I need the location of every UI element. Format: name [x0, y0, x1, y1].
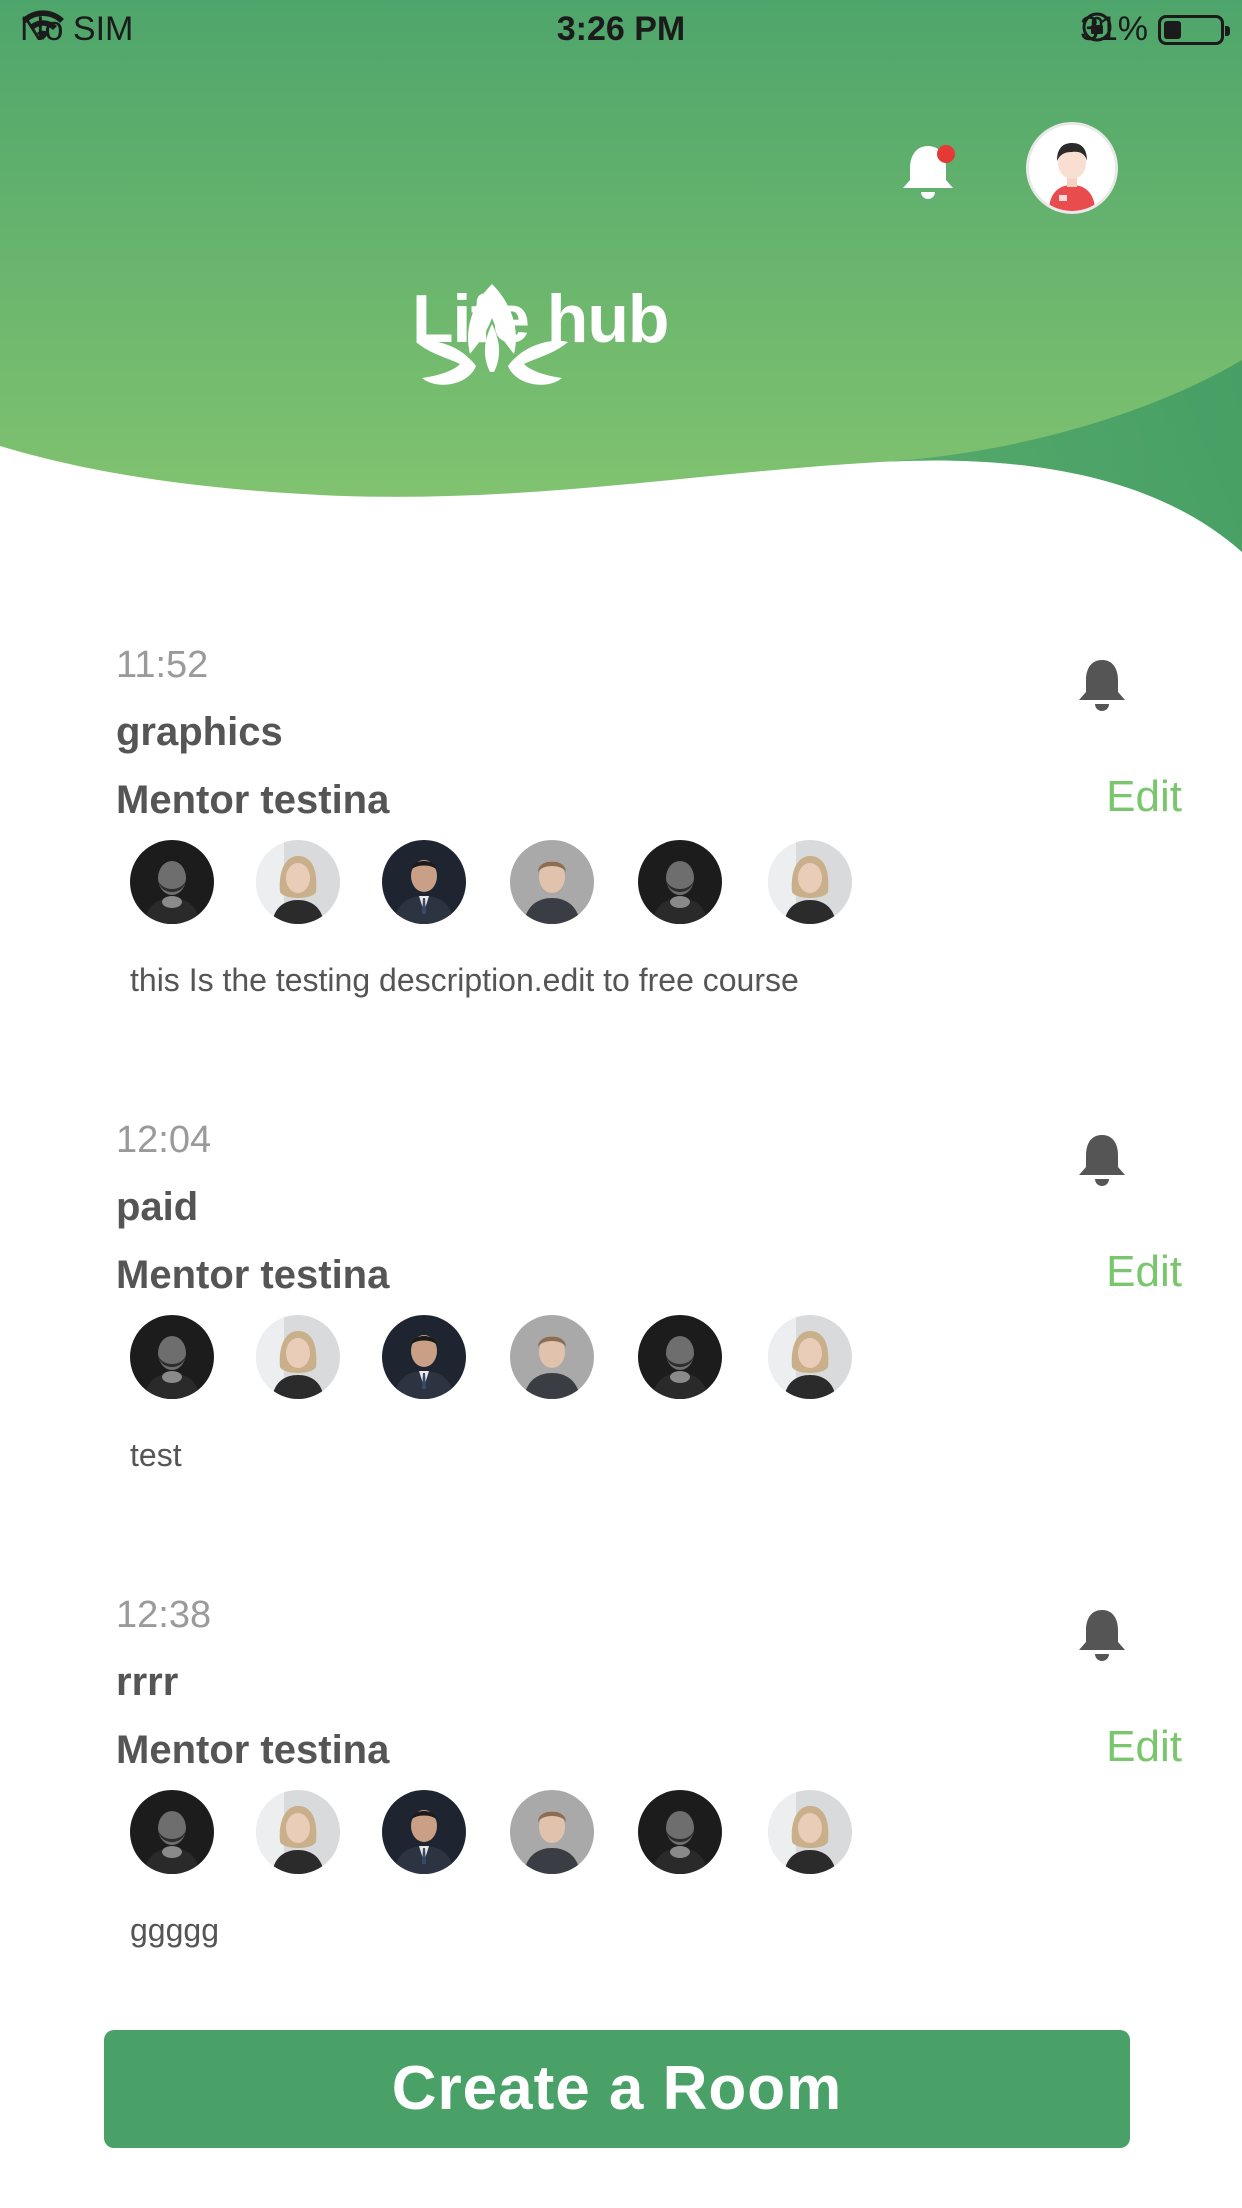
participant-avatar[interactable]: [130, 840, 214, 924]
room-card[interactable]: 11:52 graphics Mentor testina Edit this …: [0, 644, 1242, 1114]
rotation-lock-icon: [1082, 12, 1112, 42]
participant-avatar[interactable]: [768, 1315, 852, 1399]
room-card[interactable]: 12:38 rrrr Mentor testina Edit ggggg: [0, 1594, 1242, 2064]
notifications-button[interactable]: [896, 140, 960, 204]
app-header: No SIM 3:26 PM 31% Life hub: [0, 0, 1242, 560]
battery-icon: [1158, 14, 1230, 45]
edit-room-button[interactable]: Edit: [1106, 1247, 1182, 1297]
app-logo: Life hub: [412, 280, 669, 385]
participant-avatar[interactable]: [638, 840, 722, 924]
room-time: 12:04: [116, 1119, 212, 1161]
participant-avatar[interactable]: [768, 1790, 852, 1874]
room-reminder-bell-icon[interactable]: [1074, 656, 1130, 716]
participant-avatar[interactable]: [638, 1790, 722, 1874]
participant-avatar[interactable]: [638, 1315, 722, 1399]
room-reminder-bell-icon[interactable]: [1074, 1131, 1130, 1191]
edit-room-button[interactable]: Edit: [1106, 772, 1182, 822]
participant-avatar[interactable]: [256, 1790, 340, 1874]
create-room-button[interactable]: Create a Room: [104, 2030, 1130, 2148]
leaf-logo-icon: [416, 284, 568, 385]
room-description: this Is the testing description.edit to …: [130, 962, 799, 998]
edit-room-button[interactable]: Edit: [1106, 1722, 1182, 1772]
participant-avatar[interactable]: [256, 1315, 340, 1399]
room-time: 12:38: [116, 1594, 212, 1636]
participant-avatar[interactable]: [130, 1790, 214, 1874]
participant-avatar[interactable]: [256, 840, 340, 924]
profile-avatar-button[interactable]: [1026, 122, 1118, 214]
room-time: 11:52: [116, 644, 209, 686]
avatar-icon: [1029, 125, 1115, 211]
mentor-name: Mentor testina: [116, 1728, 390, 1772]
participant-avatar[interactable]: [510, 1790, 594, 1874]
room-reminder-bell-icon[interactable]: [1074, 1606, 1130, 1666]
participant-avatar[interactable]: [382, 1790, 466, 1874]
participant-avatar[interactable]: [130, 1315, 214, 1399]
room-title: graphics: [116, 710, 283, 754]
unread-badge: [937, 145, 955, 163]
room-title: paid: [116, 1185, 199, 1229]
participant-avatar[interactable]: [382, 1315, 466, 1399]
participant-avatar[interactable]: [510, 840, 594, 924]
room-description: test: [130, 1437, 182, 1473]
room-title: rrrr: [116, 1660, 179, 1704]
participant-avatar[interactable]: [768, 840, 852, 924]
mentor-name: Mentor testina: [116, 1253, 390, 1297]
room-description: ggggg: [130, 1912, 219, 1948]
status-bar: No SIM 3:26 PM 31%: [0, 0, 1242, 62]
status-time: 3:26 PM: [556, 10, 686, 48]
bell-icon: [903, 145, 955, 199]
participant-avatar[interactable]: [382, 840, 466, 924]
room-card[interactable]: 12:04 paid Mentor testina Edit test: [0, 1119, 1242, 1589]
mentor-name: Mentor testina: [116, 778, 390, 822]
participant-avatar[interactable]: [510, 1315, 594, 1399]
